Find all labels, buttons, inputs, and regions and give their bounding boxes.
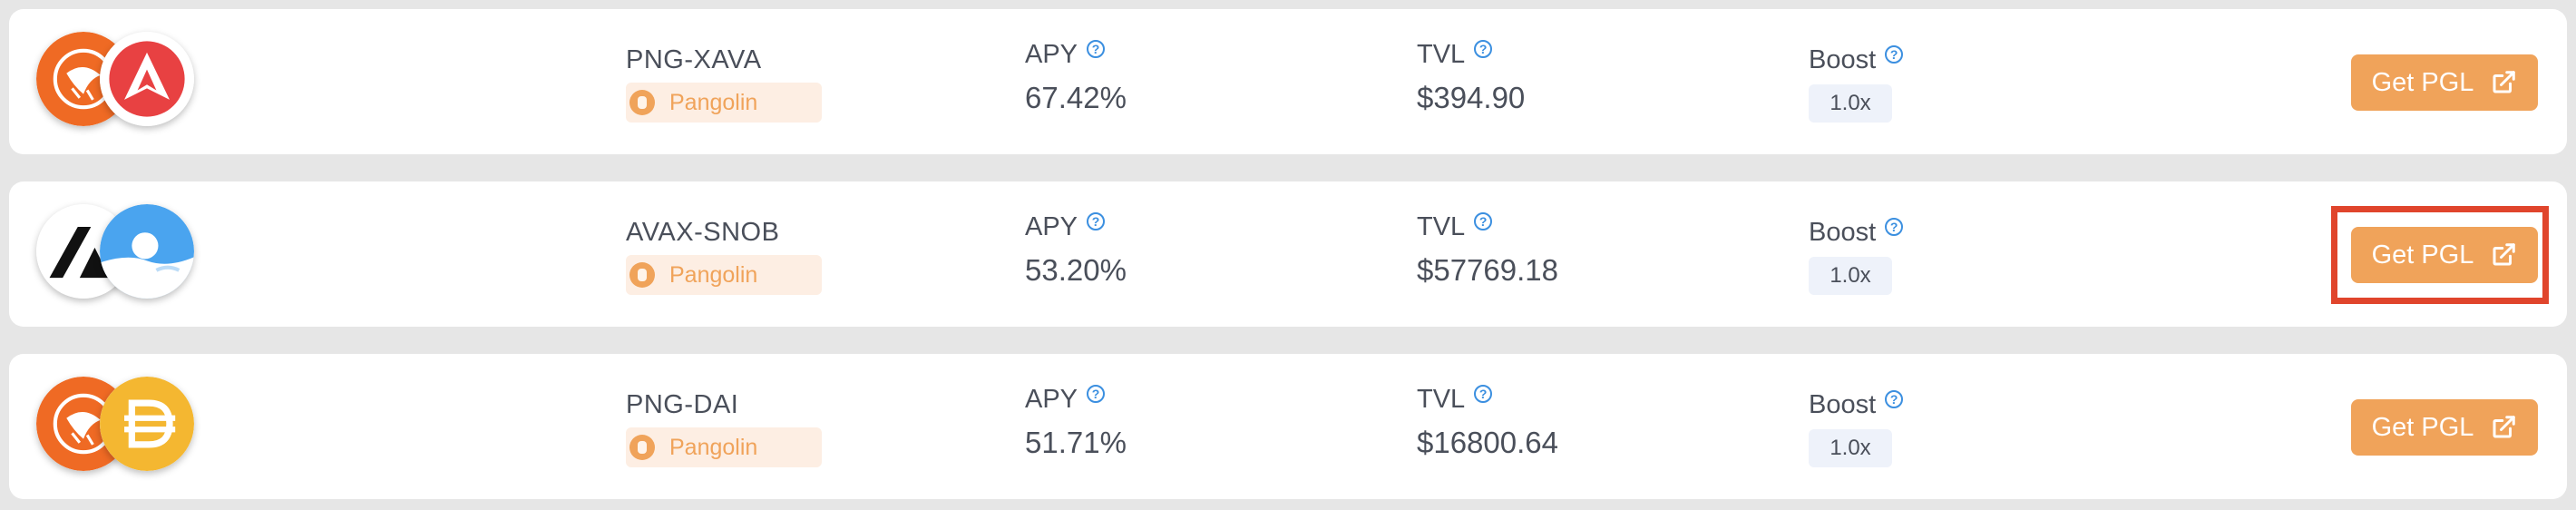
pool-pair: AVAX-SNOB Pangolin xyxy=(626,218,822,295)
token-pair-icons xyxy=(36,377,209,476)
xava-icon xyxy=(100,32,194,126)
dex-tag: Pangolin xyxy=(626,255,822,295)
tvl-label: TVL xyxy=(1417,212,1466,241)
dai-icon xyxy=(100,377,194,471)
pair-name: AVAX-SNOB xyxy=(626,218,780,247)
get-pgl-label: Get PGL xyxy=(2371,412,2474,442)
dex-tag-label: Pangolin xyxy=(669,261,758,288)
token-pair-icons xyxy=(36,204,209,304)
pool-row: PNG-XAVA Pangolin APY? 67.42% TVL? $394.… xyxy=(9,9,2567,154)
get-pgl-label: Get PGL xyxy=(2371,67,2474,97)
boost-stat: Boost? 1.0x xyxy=(1809,389,1904,467)
tvl-label: TVL xyxy=(1417,385,1466,414)
pangolin-dot-icon xyxy=(629,90,655,115)
apy-stat: APY? 53.20% xyxy=(1025,211,1127,288)
boost-stat: Boost? 1.0x xyxy=(1809,44,1904,123)
dex-tag: Pangolin xyxy=(626,83,822,123)
get-pgl-button[interactable]: Get PGL xyxy=(2351,54,2538,111)
apy-value: 53.20% xyxy=(1025,253,1127,287)
tvl-value: $57769.18 xyxy=(1417,253,1558,287)
boost-label: Boost xyxy=(1809,45,1877,74)
pool-row: PNG-DAI Pangolin APY? 51.71% TVL? $16800… xyxy=(9,354,2567,499)
apy-value: 51.71% xyxy=(1025,426,1127,459)
snob-icon xyxy=(100,204,194,299)
pool-pair: PNG-DAI Pangolin xyxy=(626,390,822,467)
apy-value: 67.42% xyxy=(1025,81,1127,114)
help-icon[interactable]: ? xyxy=(1087,211,1106,230)
boost-label: Boost xyxy=(1809,390,1877,419)
help-icon[interactable]: ? xyxy=(1474,211,1493,230)
pangolin-dot-icon xyxy=(629,435,655,460)
help-icon[interactable]: ? xyxy=(1885,217,1904,236)
help-icon[interactable]: ? xyxy=(1087,39,1106,58)
pangolin-dot-icon xyxy=(629,262,655,288)
pool-row: AVAX-SNOB Pangolin APY? 53.20% TVL? $577… xyxy=(9,181,2567,327)
apy-stat: APY? 67.42% xyxy=(1025,39,1127,115)
help-icon[interactable]: ? xyxy=(1087,384,1106,403)
external-link-icon xyxy=(2490,414,2517,441)
help-icon[interactable]: ? xyxy=(1885,389,1904,408)
pair-name: PNG-DAI xyxy=(626,390,739,419)
tvl-stat: TVL? $57769.18 xyxy=(1417,211,1558,288)
tvl-value: $394.90 xyxy=(1417,81,1526,114)
help-icon[interactable]: ? xyxy=(1474,384,1493,403)
apy-label: APY xyxy=(1025,40,1078,69)
pair-name: PNG-XAVA xyxy=(626,45,762,74)
dex-tag-label: Pangolin xyxy=(669,434,758,460)
apy-stat: APY? 51.71% xyxy=(1025,384,1127,460)
boost-badge: 1.0x xyxy=(1809,257,1892,295)
boost-label: Boost xyxy=(1809,218,1877,247)
selection-highlight xyxy=(2331,206,2549,304)
tvl-stat: TVL? $16800.64 xyxy=(1417,384,1558,460)
boost-stat: Boost? 1.0x xyxy=(1809,217,1904,295)
dex-tag: Pangolin xyxy=(626,427,822,467)
get-pgl-button[interactable]: Get PGL xyxy=(2351,399,2538,456)
help-icon[interactable]: ? xyxy=(1885,44,1904,64)
boost-badge: 1.0x xyxy=(1809,84,1892,123)
external-link-icon xyxy=(2490,69,2517,96)
pool-pair: PNG-XAVA Pangolin xyxy=(626,45,822,123)
tvl-label: TVL xyxy=(1417,40,1466,69)
dex-tag-label: Pangolin xyxy=(669,89,758,115)
apy-label: APY xyxy=(1025,212,1078,241)
apy-label: APY xyxy=(1025,385,1078,414)
pool-list: PNG-XAVA Pangolin APY? 67.42% TVL? $394.… xyxy=(0,0,2576,510)
token-pair-icons xyxy=(36,32,209,132)
help-icon[interactable]: ? xyxy=(1474,39,1493,58)
tvl-stat: TVL? $394.90 xyxy=(1417,39,1526,115)
tvl-value: $16800.64 xyxy=(1417,426,1558,459)
boost-badge: 1.0x xyxy=(1809,429,1892,467)
